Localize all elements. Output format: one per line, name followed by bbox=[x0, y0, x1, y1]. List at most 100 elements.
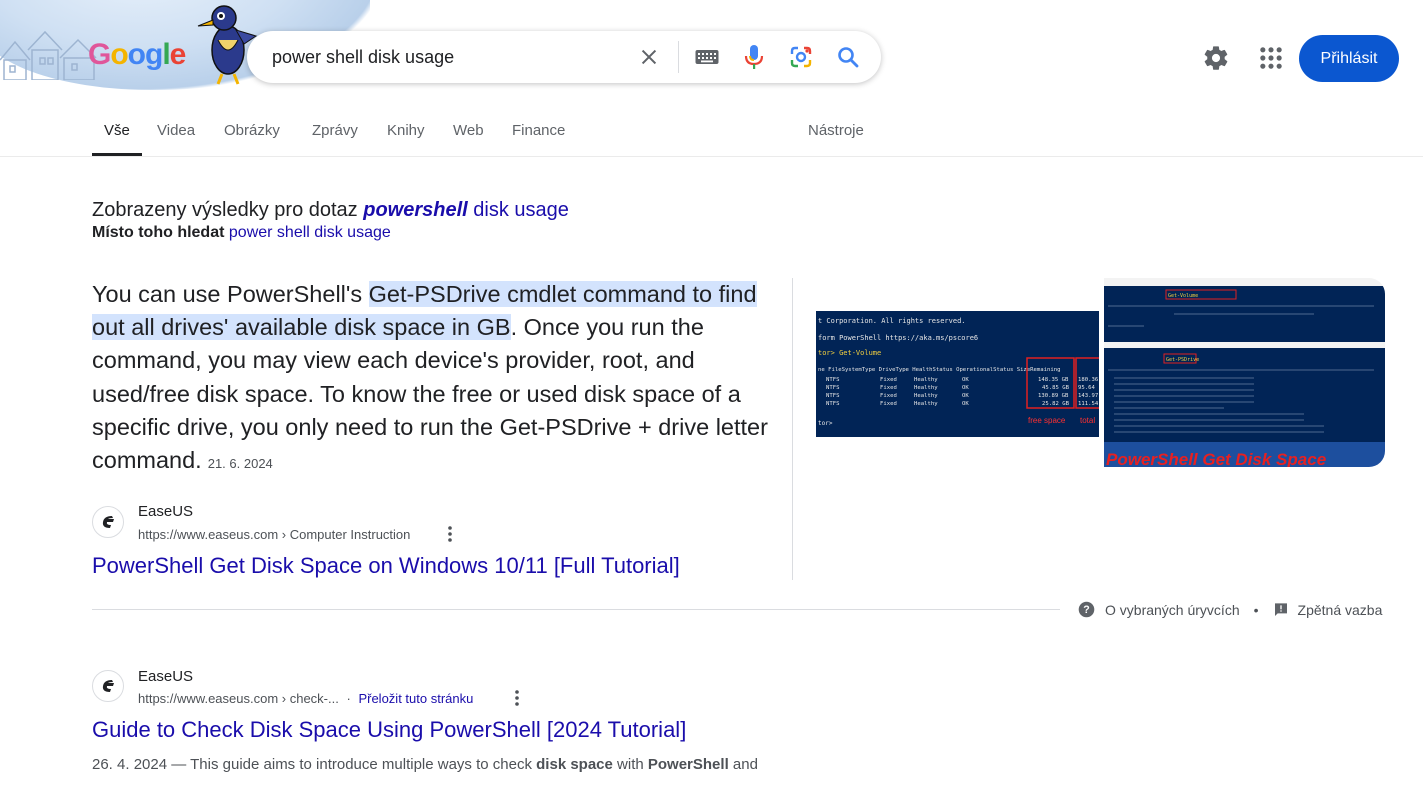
total-label: total bbox=[1080, 416, 1095, 425]
more-options-icon[interactable] bbox=[446, 525, 454, 543]
more-options-icon[interactable] bbox=[513, 689, 521, 707]
easeus-favicon[interactable] bbox=[92, 506, 124, 538]
source-name[interactable]: EaseUS bbox=[138, 668, 193, 685]
console-cell: Fixed bbox=[880, 393, 897, 399]
get-volume-output: t Corporation. All rights reserved. form… bbox=[818, 317, 1107, 427]
search-instead: Místo toho hledat power shell disk usage bbox=[92, 224, 391, 242]
desc-text: with bbox=[612, 756, 648, 773]
console-cell: 143.97 bbox=[1078, 393, 1098, 399]
logo-letter: o bbox=[110, 38, 128, 71]
console-cell: NTFS bbox=[826, 393, 839, 399]
console-cell: OK bbox=[962, 393, 969, 399]
console-line: tor> bbox=[818, 420, 833, 427]
about-snippets-link[interactable]: O vybraných úryvcích bbox=[1105, 602, 1240, 618]
console-cell: Fixed bbox=[880, 377, 897, 383]
console-line: tor> Get-Volume bbox=[818, 349, 881, 357]
banner-text: PowerShell Get Disk Space bbox=[1106, 450, 1326, 467]
console-cell: Healthy bbox=[914, 385, 938, 391]
separator: · bbox=[346, 691, 351, 706]
tab-finance[interactable]: Finance bbox=[512, 122, 565, 139]
tab-books[interactable]: Knihy bbox=[387, 122, 425, 139]
easeus-favicon[interactable] bbox=[92, 670, 124, 702]
console-cell: NTFS bbox=[826, 385, 839, 391]
console-cell: 45.85 GB bbox=[1042, 385, 1070, 391]
get-psdrive-collage: Get-Volume Get-PSDrive PowerShell Get Di… bbox=[1104, 278, 1385, 467]
svg-text:?: ? bbox=[1083, 604, 1089, 616]
powershell-window: t Corporation. All rights reserved. form… bbox=[816, 311, 1107, 437]
powershell-screenshot-2[interactable]: Get-Volume Get-PSDrive PowerShell Get Di… bbox=[1104, 278, 1385, 467]
featured-images[interactable]: t Corporation. All rights reserved. form… bbox=[816, 278, 1385, 467]
source-name[interactable]: EaseUS bbox=[138, 503, 193, 520]
tools-button[interactable]: Nástroje bbox=[808, 122, 864, 139]
logo-letter: o bbox=[127, 38, 146, 71]
corrected-term: powershell bbox=[363, 199, 468, 221]
keyboard-icon[interactable] bbox=[694, 44, 720, 70]
original-query-link[interactable]: power shell disk usage bbox=[229, 224, 391, 241]
showing-prefix: Zobrazeny výsledky pro dotaz bbox=[92, 199, 358, 221]
result-title-link[interactable]: Guide to Check Disk Space Using PowerShe… bbox=[92, 717, 686, 743]
console-cell: Fixed bbox=[880, 385, 897, 391]
feedback-link[interactable]: Zpětná vazba bbox=[1298, 602, 1383, 618]
desc-bold: disk space bbox=[536, 756, 613, 773]
snippet-footer-divider bbox=[92, 609, 1060, 610]
tabs-divider bbox=[0, 156, 1423, 157]
powershell-screenshot-1[interactable]: t Corporation. All rights reserved. form… bbox=[816, 278, 1107, 467]
google-logo[interactable]: Google bbox=[88, 38, 186, 72]
search-box[interactable]: power shell disk usage bbox=[247, 31, 881, 83]
corrected-query-link[interactable]: powershell disk usage bbox=[363, 199, 569, 221]
source-url[interactable]: https://www.easeus.com › Computer Instru… bbox=[138, 527, 410, 542]
console-cell: 148.35 GB bbox=[1038, 377, 1069, 383]
console-cell: Healthy bbox=[914, 393, 938, 399]
console-cell: 111.54 bbox=[1078, 401, 1099, 407]
snippet-date: 21. 6. 2024 bbox=[207, 456, 273, 472]
search-icon[interactable] bbox=[835, 44, 861, 70]
desc-bold: PowerShell bbox=[647, 756, 729, 773]
search-divider bbox=[678, 41, 679, 73]
console-cell: 130.89 GB bbox=[1038, 393, 1069, 399]
free-space-label: free space bbox=[1028, 416, 1066, 425]
settings-gear-icon[interactable] bbox=[1202, 44, 1230, 72]
console-cell: Fixed bbox=[880, 401, 897, 407]
source-url-line: https://www.easeus.com › check-... · Pře… bbox=[138, 691, 473, 706]
console-cell: OK bbox=[962, 377, 969, 383]
console-cell: OK bbox=[962, 385, 969, 391]
console-cell: Healthy bbox=[914, 377, 938, 383]
console-command: Get-PSDrive bbox=[1166, 357, 1199, 363]
console-cell: Healthy bbox=[914, 401, 938, 407]
google-apps-icon[interactable] bbox=[1257, 44, 1285, 72]
logo-letter: G bbox=[88, 38, 111, 71]
feedback-icon bbox=[1274, 602, 1287, 616]
microphone-icon[interactable] bbox=[741, 44, 767, 70]
console-line: t Corporation. All rights reserved. bbox=[818, 317, 966, 325]
separator-dot: • bbox=[1253, 601, 1259, 618]
desc-text: — This guide aims to introduce multiple … bbox=[167, 756, 537, 773]
help-icon: ? bbox=[1078, 601, 1095, 618]
google-lens-icon[interactable] bbox=[788, 44, 814, 70]
tab-all[interactable]: Vše bbox=[104, 122, 130, 139]
result-date: 26. 4. 2024 bbox=[92, 756, 168, 773]
tab-web[interactable]: Web bbox=[453, 122, 484, 139]
result-description: 26. 4. 2024 — This guide aims to introdu… bbox=[92, 753, 802, 777]
snippet-divider bbox=[792, 278, 793, 580]
console-cell: 180.36 bbox=[1078, 377, 1098, 383]
showing-results-for: Zobrazeny výsledky pro dotaz powershell … bbox=[92, 199, 569, 222]
tab-news[interactable]: Zprávy bbox=[312, 122, 358, 139]
tab-images[interactable]: Obrázky bbox=[224, 122, 280, 139]
sign-in-button[interactable]: Přihlásit bbox=[1299, 35, 1399, 82]
logo-letter: l bbox=[162, 38, 170, 71]
desc-text: and bbox=[728, 756, 758, 773]
search-input[interactable]: power shell disk usage bbox=[272, 47, 454, 68]
featured-result-title-link[interactable]: PowerShell Get Disk Space on Windows 10/… bbox=[92, 553, 680, 579]
console-cell: 25.82 GB bbox=[1042, 401, 1070, 407]
console-cell: NTFS bbox=[826, 401, 839, 407]
console-cell: NTFS bbox=[826, 377, 839, 383]
source-url[interactable]: https://www.easeus.com › check-... bbox=[138, 691, 339, 706]
featured-snippet-text: You can use PowerShell's Get-PSDrive cmd… bbox=[92, 278, 772, 480]
tab-videos[interactable]: Videa bbox=[157, 122, 195, 139]
clear-icon[interactable] bbox=[636, 44, 662, 70]
console-line: form PowerShell https://aka.ms/pscore6 bbox=[818, 334, 978, 342]
translate-page-link[interactable]: Přeložit tuto stránku bbox=[358, 691, 473, 706]
console-cell: OK bbox=[962, 401, 969, 407]
console-cell: 95.64 bbox=[1078, 385, 1095, 391]
snippet-footer: ? O vybraných úryvcích • Zpětná vazba bbox=[1078, 601, 1382, 618]
